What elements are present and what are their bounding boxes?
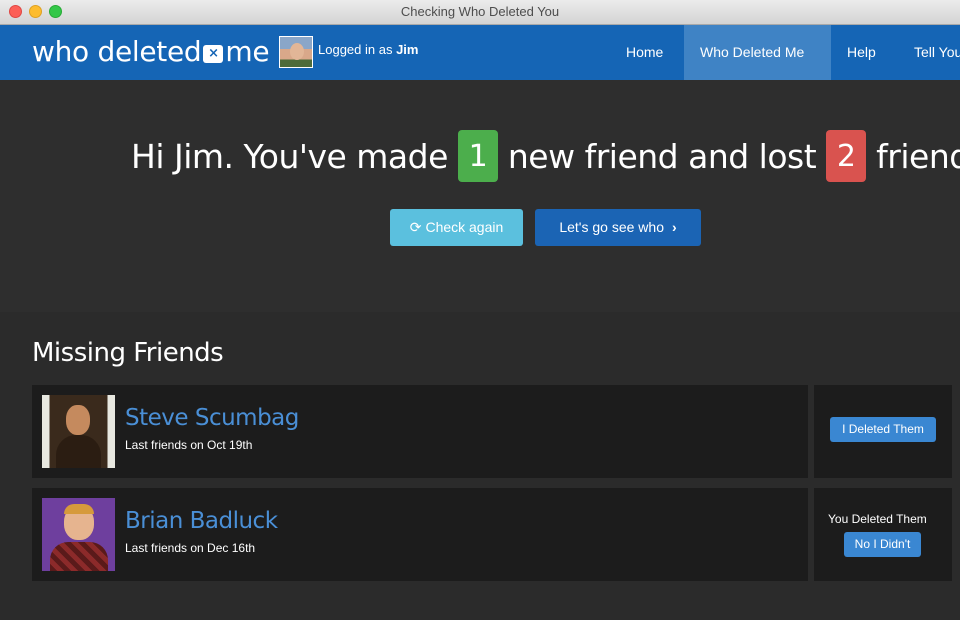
friend-photo[interactable] <box>42 498 115 571</box>
lets-go-label: Let's go see who <box>559 219 664 235</box>
logged-prefix: Logged in as <box>318 42 393 57</box>
summary-headline: Hi Jim. You've made 1 new friend and los… <box>131 130 960 182</box>
site-logo[interactable]: who deleted × me <box>32 35 270 68</box>
you-deleted-them-status: You Deleted Them <box>828 512 927 526</box>
chevron-right-icon: › <box>671 219 677 235</box>
window-titlebar: Checking Who Deleted You <box>0 0 960 25</box>
nav-home[interactable]: Home <box>610 25 679 80</box>
headline-part2: new friend and lost <box>507 136 817 176</box>
friend-last-seen: Last friends on Dec 16th <box>125 541 256 555</box>
friend-photo[interactable] <box>42 395 115 468</box>
headline-part3: friends. <box>876 136 960 176</box>
check-again-button[interactable]: ⟳ Check again <box>390 209 523 246</box>
friend-row: Steve Scumbag Last friends on Oct 19th I… <box>32 385 952 478</box>
check-again-label: Check again <box>425 219 504 235</box>
friend-card: Brian Badluck Last friends on Dec 16th <box>32 488 808 581</box>
nav-tell-you[interactable]: Tell You <box>898 25 960 80</box>
hero-section: Hi Jim. You've made 1 new friend and los… <box>0 80 960 312</box>
logged-user: Jim <box>396 42 419 57</box>
window-title: Checking Who Deleted You <box>400 4 560 19</box>
friend-actions: You Deleted Them No I Didn't <box>814 488 952 581</box>
new-friend-count-badge: 1 <box>457 130 498 182</box>
friend-actions: I Deleted Them <box>814 385 952 478</box>
friend-card: Steve Scumbag Last friends on Oct 19th <box>32 385 808 478</box>
logo-text-left: who deleted <box>32 35 202 68</box>
missing-friends-title: Missing Friends <box>32 338 224 368</box>
user-avatar[interactable] <box>279 36 313 68</box>
nav-help[interactable]: Help <box>831 25 892 80</box>
logo-text-right: me <box>225 35 270 68</box>
lost-friend-count-badge: 2 <box>826 130 867 182</box>
friend-row: Brian Badluck Last friends on Dec 16th Y… <box>32 488 952 581</box>
lets-go-see-who-button[interactable]: Let's go see who › <box>535 209 701 246</box>
refresh-icon: ⟳ <box>409 219 422 235</box>
logged-in-label: Logged in as Jim <box>318 42 418 57</box>
friend-name-link[interactable]: Brian Badluck <box>125 508 278 534</box>
nav-who-deleted-me[interactable]: Who Deleted Me <box>684 25 831 80</box>
friend-name-link[interactable]: Steve Scumbag <box>125 405 299 431</box>
friend-last-seen: Last friends on Oct 19th <box>125 438 253 452</box>
headline-part1: Hi Jim. You've made <box>131 136 448 176</box>
navbar: who deleted × me Logged in as Jim Home W… <box>0 25 960 80</box>
i-deleted-them-button[interactable]: I Deleted Them <box>830 417 936 442</box>
logo-x-icon: × <box>203 44 224 63</box>
no-i-didnt-button[interactable]: No I Didn't <box>844 532 921 557</box>
